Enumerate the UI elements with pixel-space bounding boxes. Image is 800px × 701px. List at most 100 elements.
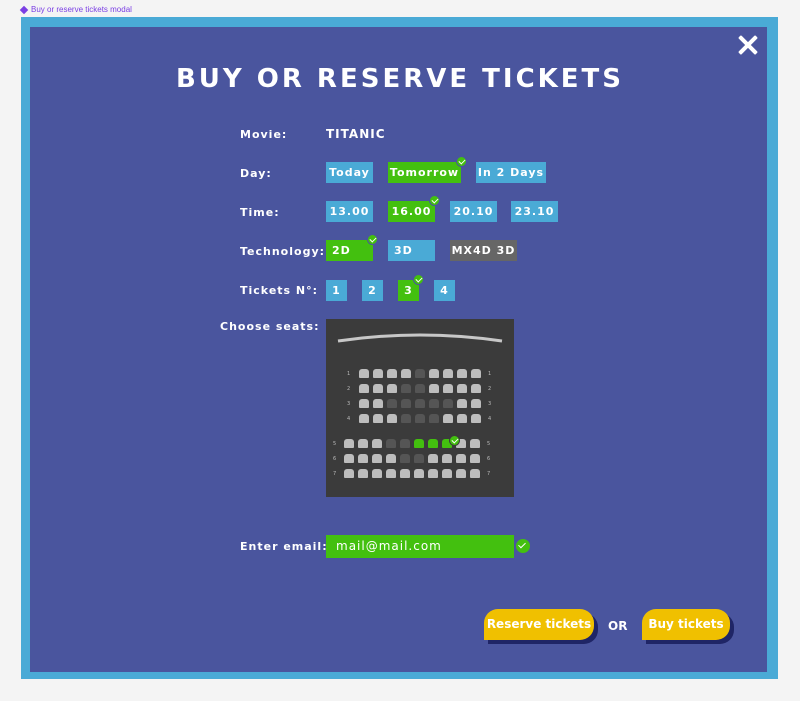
seat[interactable] [359, 369, 369, 378]
seat[interactable] [456, 454, 466, 463]
seat[interactable] [373, 384, 383, 393]
seat[interactable] [470, 454, 480, 463]
seat-map: 1 1 2 2 3 3 4 4 5 5 6 6 7 7 [326, 319, 514, 497]
seat[interactable] [428, 454, 438, 463]
row-number-right: 4 [488, 416, 492, 422]
seat[interactable] [456, 469, 466, 478]
seat[interactable] [387, 384, 397, 393]
seat[interactable] [470, 439, 480, 448]
seat[interactable] [443, 384, 453, 393]
seat[interactable] [428, 439, 438, 448]
movie-label: Movie: [240, 128, 288, 141]
seat [415, 414, 425, 423]
seat[interactable] [429, 369, 439, 378]
seat[interactable] [414, 469, 424, 478]
seat [415, 369, 425, 378]
seat[interactable] [471, 414, 481, 423]
seat[interactable] [358, 454, 368, 463]
tickets-option-1[interactable]: 1 [326, 280, 347, 301]
row-number-right: 6 [487, 456, 491, 462]
check-icon [449, 435, 460, 446]
tickets-label: Tickets N°: [240, 284, 319, 297]
choose-seats-label: Choose seats: [220, 320, 320, 333]
technology-option-2d[interactable]: 2D [326, 240, 373, 261]
screen-icon [337, 333, 503, 343]
seat [415, 399, 425, 408]
seat[interactable] [386, 469, 396, 478]
seat[interactable] [428, 469, 438, 478]
row-number-right: 5 [487, 441, 491, 447]
seat[interactable] [359, 384, 369, 393]
seat[interactable] [470, 469, 480, 478]
time-option-2010[interactable]: 20.10 [450, 201, 497, 222]
seat[interactable] [372, 454, 382, 463]
seat[interactable] [373, 369, 383, 378]
seat[interactable] [457, 399, 467, 408]
day-option-tomorrow[interactable]: Tomorrow [388, 162, 461, 183]
seat[interactable] [457, 369, 467, 378]
day-label: Day: [240, 167, 272, 180]
seat [401, 384, 411, 393]
row-number-right: 1 [488, 371, 492, 377]
tickets-option-2[interactable]: 2 [362, 280, 383, 301]
close-icon[interactable] [737, 34, 759, 56]
time-option-1300[interactable]: 13.00 [326, 201, 373, 222]
seat [443, 399, 453, 408]
seat[interactable] [414, 439, 424, 448]
seat[interactable] [372, 469, 382, 478]
frame-label-text: Buy or reserve tickets modal [31, 5, 132, 14]
seat[interactable] [401, 369, 411, 378]
seat[interactable] [359, 399, 369, 408]
row-number-left: 1 [347, 371, 351, 377]
seat[interactable] [442, 454, 452, 463]
seat [415, 384, 425, 393]
day-option-today[interactable]: Today [326, 162, 373, 183]
row-number-right: 2 [488, 386, 492, 392]
row-number-left: 6 [333, 456, 337, 462]
row-number-left: 2 [347, 386, 351, 392]
time-option-1600[interactable]: 16.00 [388, 201, 435, 222]
seat[interactable] [400, 469, 410, 478]
seat[interactable] [344, 454, 354, 463]
email-input[interactable] [326, 535, 514, 558]
seat[interactable] [358, 469, 368, 478]
seat[interactable] [442, 469, 452, 478]
row-number-left: 3 [347, 401, 351, 407]
check-icon [429, 195, 440, 206]
seat[interactable] [471, 399, 481, 408]
row-number-left: 4 [347, 416, 351, 422]
check-icon [367, 234, 378, 245]
seat [429, 414, 439, 423]
row-number-right: 3 [488, 401, 492, 407]
seat[interactable] [457, 414, 467, 423]
seat[interactable] [386, 454, 396, 463]
technology-option-3d[interactable]: 3D [388, 240, 435, 261]
seat[interactable] [429, 384, 439, 393]
seat [429, 399, 439, 408]
seat[interactable] [373, 399, 383, 408]
seat[interactable] [359, 414, 369, 423]
modal-title: BUY OR RESERVE TICKETS [175, 64, 625, 94]
seat[interactable] [471, 369, 481, 378]
seat[interactable] [372, 439, 382, 448]
seat[interactable] [358, 439, 368, 448]
seat[interactable] [344, 469, 354, 478]
seat[interactable] [387, 369, 397, 378]
seat[interactable] [373, 414, 383, 423]
seat [400, 439, 410, 448]
buy-tickets-button[interactable]: Buy tickets [642, 609, 730, 640]
seat[interactable] [344, 439, 354, 448]
check-icon [456, 156, 467, 167]
technology-option-mx4d-3d[interactable]: MX4D 3D [450, 240, 517, 261]
seat[interactable] [471, 384, 481, 393]
seat[interactable] [387, 414, 397, 423]
time-option-2310[interactable]: 23.10 [511, 201, 558, 222]
seat[interactable] [443, 369, 453, 378]
tickets-option-4[interactable]: 4 [434, 280, 455, 301]
seat[interactable] [443, 414, 453, 423]
seat[interactable] [457, 384, 467, 393]
component-icon [19, 5, 29, 15]
day-option-in-2-days[interactable]: In 2 Days [476, 162, 546, 183]
row-number-right: 7 [487, 471, 491, 477]
reserve-tickets-button[interactable]: Reserve tickets [484, 609, 594, 640]
